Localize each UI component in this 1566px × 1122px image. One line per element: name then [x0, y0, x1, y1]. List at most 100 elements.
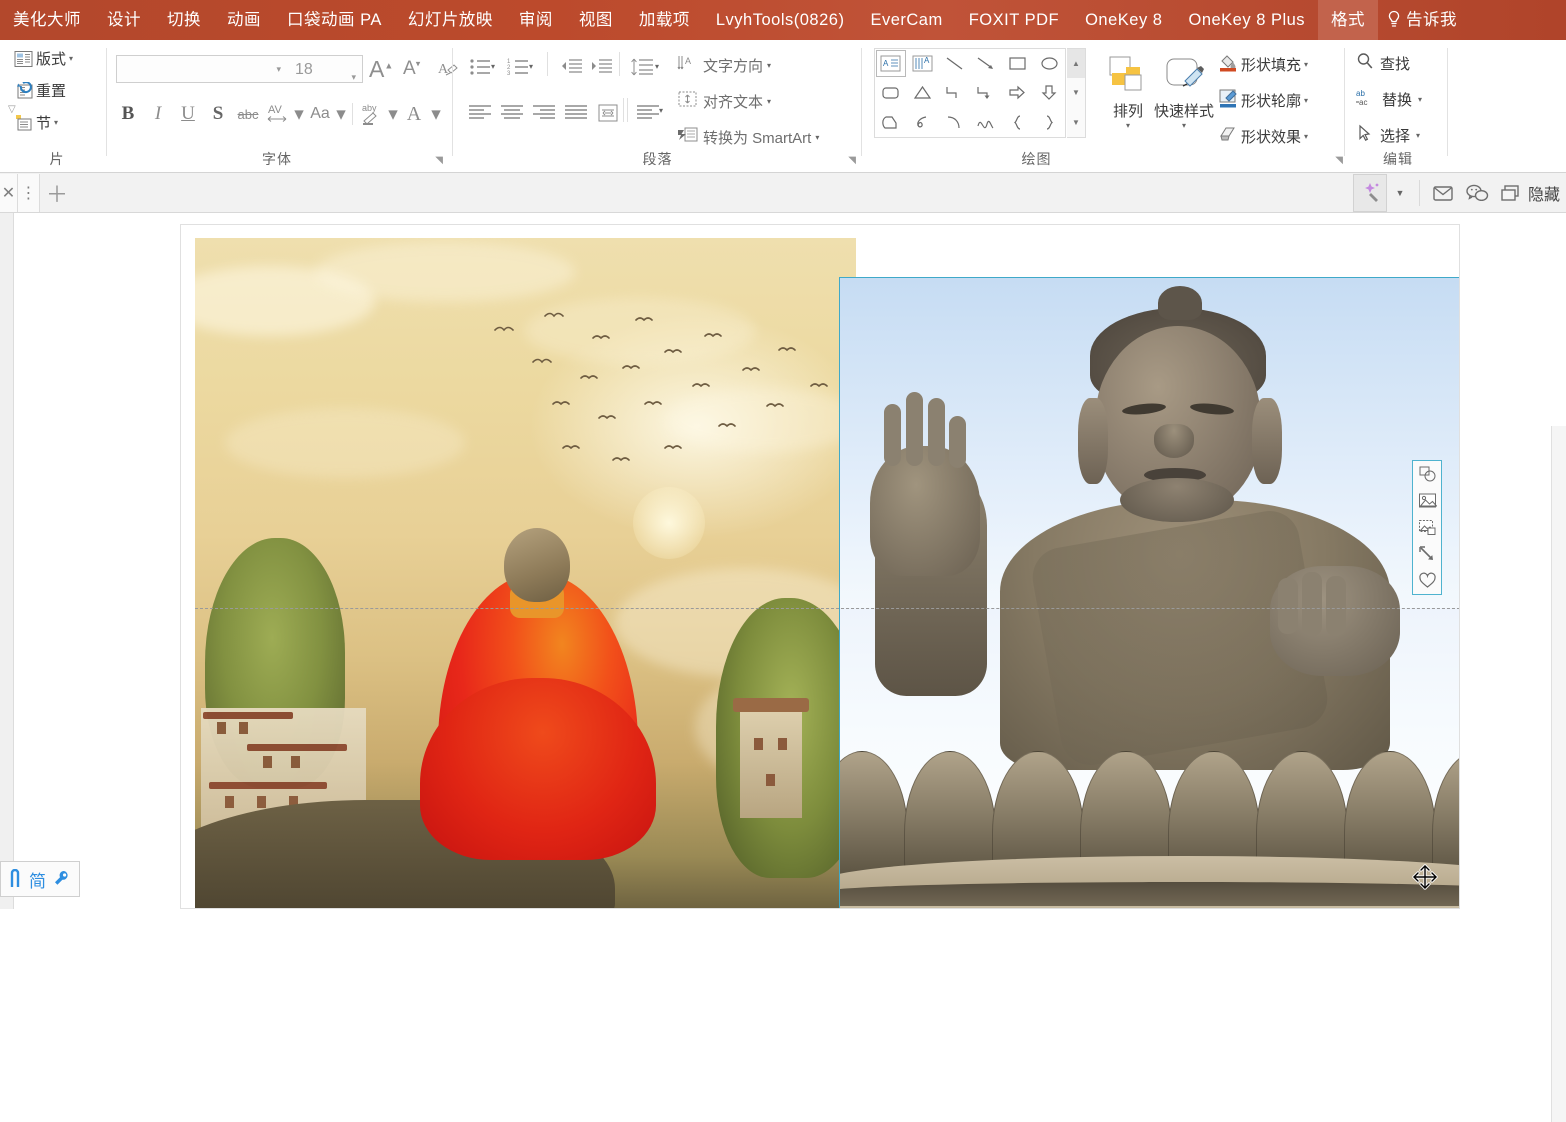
tab-pocket-animation[interactable]: 口袋动画 PA — [274, 0, 395, 40]
change-case-button[interactable]: Aa — [305, 98, 335, 130]
picture-buddha[interactable] — [840, 278, 1459, 908]
tab-animations[interactable]: 动画 — [214, 0, 274, 40]
add-icon[interactable]: ＋ — [40, 174, 74, 212]
window-icon[interactable] — [1494, 174, 1528, 212]
replace-button[interactable]: ab ac 替换 ▾ — [1356, 88, 1422, 110]
wechat-icon[interactable] — [1460, 174, 1494, 212]
shapes-gallery-scrollbar[interactable]: ▲ ▼ ▼ — [1067, 48, 1086, 138]
font-dialog-launcher[interactable]: ◥ — [435, 155, 443, 166]
favorite-heart-icon[interactable] — [1413, 567, 1441, 594]
line-spacing-button[interactable] — [627, 52, 657, 82]
picture-icon[interactable] — [1413, 488, 1441, 515]
arrow-icon[interactable] — [970, 49, 1002, 78]
chevron-down-icon[interactable]: ▾ — [659, 106, 663, 115]
tab-addins[interactable]: 加载项 — [626, 0, 703, 40]
tab-format[interactable]: 格式 — [1318, 0, 1379, 40]
font-size-input[interactable]: 18 ▾ — [287, 55, 363, 83]
thumbnail-pane[interactable] — [0, 213, 14, 909]
slides-dialog-launcher[interactable]: ▽ — [8, 104, 16, 115]
align-right-button[interactable] — [529, 98, 559, 128]
distribute-button[interactable] — [593, 98, 623, 128]
right-brace-icon[interactable] — [1033, 108, 1065, 137]
ime-indicator[interactable]: 简 — [0, 861, 80, 897]
tab-slideshow[interactable]: 幻灯片放映 — [395, 0, 506, 40]
scribble-icon[interactable] — [907, 108, 939, 137]
tab-evercam[interactable]: EverCam — [857, 0, 955, 40]
section-button[interactable]: 节 ▾ — [14, 112, 58, 133]
quick-styles-button[interactable]: 快速样式 ▾ — [1152, 48, 1216, 152]
block-arrow-down-icon[interactable] — [1033, 78, 1065, 107]
increase-indent-button[interactable] — [587, 52, 617, 82]
find-button[interactable]: 查找 — [1356, 52, 1410, 74]
rectangle-icon[interactable] — [1002, 49, 1034, 78]
tab-foxit-pdf[interactable]: FOXIT PDF — [956, 0, 1072, 40]
select-button[interactable]: 选择 ▾ — [1356, 124, 1420, 146]
align-center-button[interactable] — [497, 98, 527, 128]
picture-monk[interactable] — [195, 238, 856, 908]
tab-lvyhtools[interactable]: LvyhTools(0826) — [703, 0, 858, 40]
tab-design[interactable]: 设计 — [94, 0, 154, 40]
shape-outline-button[interactable]: 形状轮廓 ▾ — [1218, 88, 1308, 112]
tab-transitions[interactable]: 切换 — [154, 0, 214, 40]
font-color-button[interactable]: A — [399, 98, 429, 130]
resize-arrow-icon[interactable] — [1413, 541, 1441, 568]
paragraph-dialog-launcher[interactable]: ◥ — [848, 155, 856, 166]
shrink-font-button[interactable]: A▾ — [403, 58, 420, 80]
shapes-gallery[interactable]: A A — [874, 48, 1066, 138]
decrease-indent-button[interactable] — [557, 52, 587, 82]
hide-label[interactable]: 隐藏 — [1528, 181, 1564, 205]
chevron-down-icon[interactable]: ▾ — [529, 62, 533, 71]
elbow-arrow-icon[interactable] — [970, 78, 1002, 107]
ime-pen-icon[interactable] — [9, 869, 22, 889]
ime-settings-icon[interactable] — [53, 869, 71, 889]
mail-icon[interactable] — [1426, 174, 1460, 212]
chevron-down-icon[interactable]: ▾ — [387, 98, 399, 130]
line-icon[interactable] — [938, 49, 970, 78]
chevron-down-icon[interactable]: ▾ — [335, 98, 347, 130]
tell-me-box[interactable]: 告诉我 — [1378, 0, 1470, 40]
shapes-more-icon[interactable]: ▼ — [1067, 108, 1085, 137]
magic-wand-icon[interactable] — [1352, 173, 1387, 212]
strikethrough-button[interactable]: abc — [233, 98, 263, 130]
underline-button[interactable]: U — [173, 98, 203, 130]
curve-icon[interactable] — [970, 108, 1002, 137]
oval-icon[interactable] — [1033, 49, 1065, 78]
tab-view[interactable]: 视图 — [566, 0, 626, 40]
shape-fill-button[interactable]: 形状填充 ▾ — [1218, 52, 1308, 76]
elbow-connector-icon[interactable] — [938, 78, 970, 107]
tab-onekey8-plus[interactable]: OneKey 8 Plus — [1175, 0, 1318, 40]
chevron-down-icon[interactable]: ▾ — [655, 62, 659, 71]
scroll-down-icon[interactable]: ▼ — [1067, 78, 1085, 107]
slide-canvas[interactable] — [180, 224, 1460, 909]
text-shadow-button[interactable]: S — [203, 98, 233, 130]
ime-simplified-label[interactable]: 简 — [29, 867, 46, 892]
tab-meihua[interactable]: 美化大师 — [0, 0, 94, 40]
layout-button[interactable]: 版式 ▾ — [14, 48, 73, 69]
insert-picture-icon[interactable] — [1413, 514, 1441, 541]
shape-effects-button[interactable]: 形状效果 ▾ — [1218, 124, 1308, 148]
chevron-down-icon[interactable]: ▼ — [1387, 174, 1413, 212]
arc-icon[interactable] — [938, 108, 970, 137]
character-spacing-button[interactable]: AV — [263, 98, 293, 130]
bold-button[interactable]: B — [113, 98, 143, 130]
more-vertical-icon[interactable]: ⋮ — [18, 173, 40, 212]
vertical-textbox-icon[interactable]: A — [907, 49, 939, 78]
text-highlight-button[interactable]: aby — [357, 98, 387, 130]
shape-styles-dialog-launcher[interactable]: ◥ — [1335, 155, 1343, 166]
vertical-scrollbar[interactable] — [1551, 426, 1566, 1122]
justify-button[interactable] — [561, 98, 591, 128]
convert-smartart-button[interactable]: 转换为 SmartArt ▾ — [677, 126, 819, 148]
scroll-up-icon[interactable]: ▲ — [1067, 49, 1085, 79]
arrange-button[interactable]: 排列 ▾ — [1096, 48, 1160, 152]
left-brace-icon[interactable] — [1002, 108, 1034, 137]
close-icon[interactable]: ✕ — [0, 173, 18, 212]
block-arrow-right-icon[interactable] — [1002, 78, 1034, 107]
textbox-icon[interactable]: A — [875, 49, 907, 78]
reset-button[interactable]: 重置 — [14, 80, 66, 101]
crop-shape-icon[interactable] — [1413, 461, 1441, 488]
chevron-down-icon[interactable]: ▾ — [429, 98, 443, 130]
chevron-down-icon[interactable]: ▾ — [491, 62, 495, 71]
freeform-icon[interactable] — [875, 108, 907, 137]
grow-font-button[interactable]: A▲ — [369, 56, 393, 83]
chevron-down-icon[interactable]: ▾ — [293, 98, 305, 130]
